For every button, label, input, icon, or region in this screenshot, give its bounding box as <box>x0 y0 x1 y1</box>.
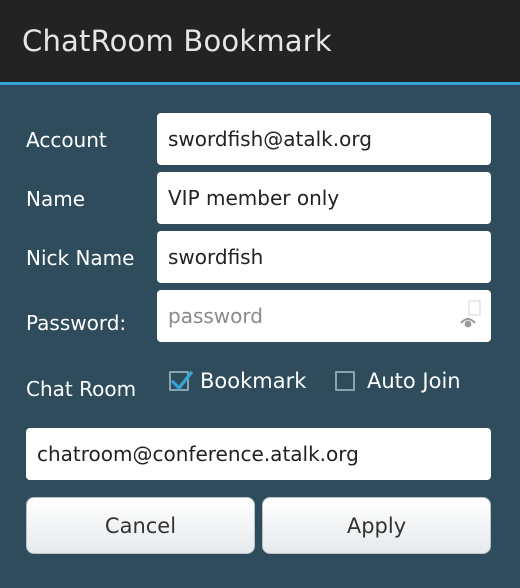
nick-name-field[interactable]: swordfish <box>157 231 491 283</box>
bookmark-checkbox[interactable] <box>169 370 194 391</box>
chat-room-field[interactable]: chatroom@conference.atalk.org <box>26 428 491 480</box>
account-field[interactable]: swordfish@atalk.org <box>157 113 491 165</box>
eye-icon[interactable] <box>459 300 481 330</box>
chatroom-bookmark-dialog: ChatRoom Bookmark Account swordfish@atal… <box>0 0 520 588</box>
account-label: Account <box>26 128 107 152</box>
auto-join-label[interactable]: Auto Join <box>367 369 461 393</box>
dialog-title: ChatRoom Bookmark <box>22 24 332 58</box>
checkmark-icon <box>170 370 194 391</box>
name-field[interactable]: VIP member only <box>157 172 491 224</box>
nick-name-label: Nick Name <box>26 246 135 270</box>
bookmark-label[interactable]: Bookmark <box>200 369 306 393</box>
cancel-button[interactable]: Cancel <box>26 497 255 554</box>
password-label: Password: <box>26 311 127 335</box>
password-field[interactable]: password <box>157 290 491 342</box>
chat-room-label: Chat Room <box>26 377 137 401</box>
name-label: Name <box>26 187 86 211</box>
auto-join-checkbox[interactable] <box>335 371 355 391</box>
apply-button[interactable]: Apply <box>262 497 491 554</box>
password-placeholder: password <box>168 304 263 328</box>
title-bar: ChatRoom Bookmark <box>0 0 520 85</box>
